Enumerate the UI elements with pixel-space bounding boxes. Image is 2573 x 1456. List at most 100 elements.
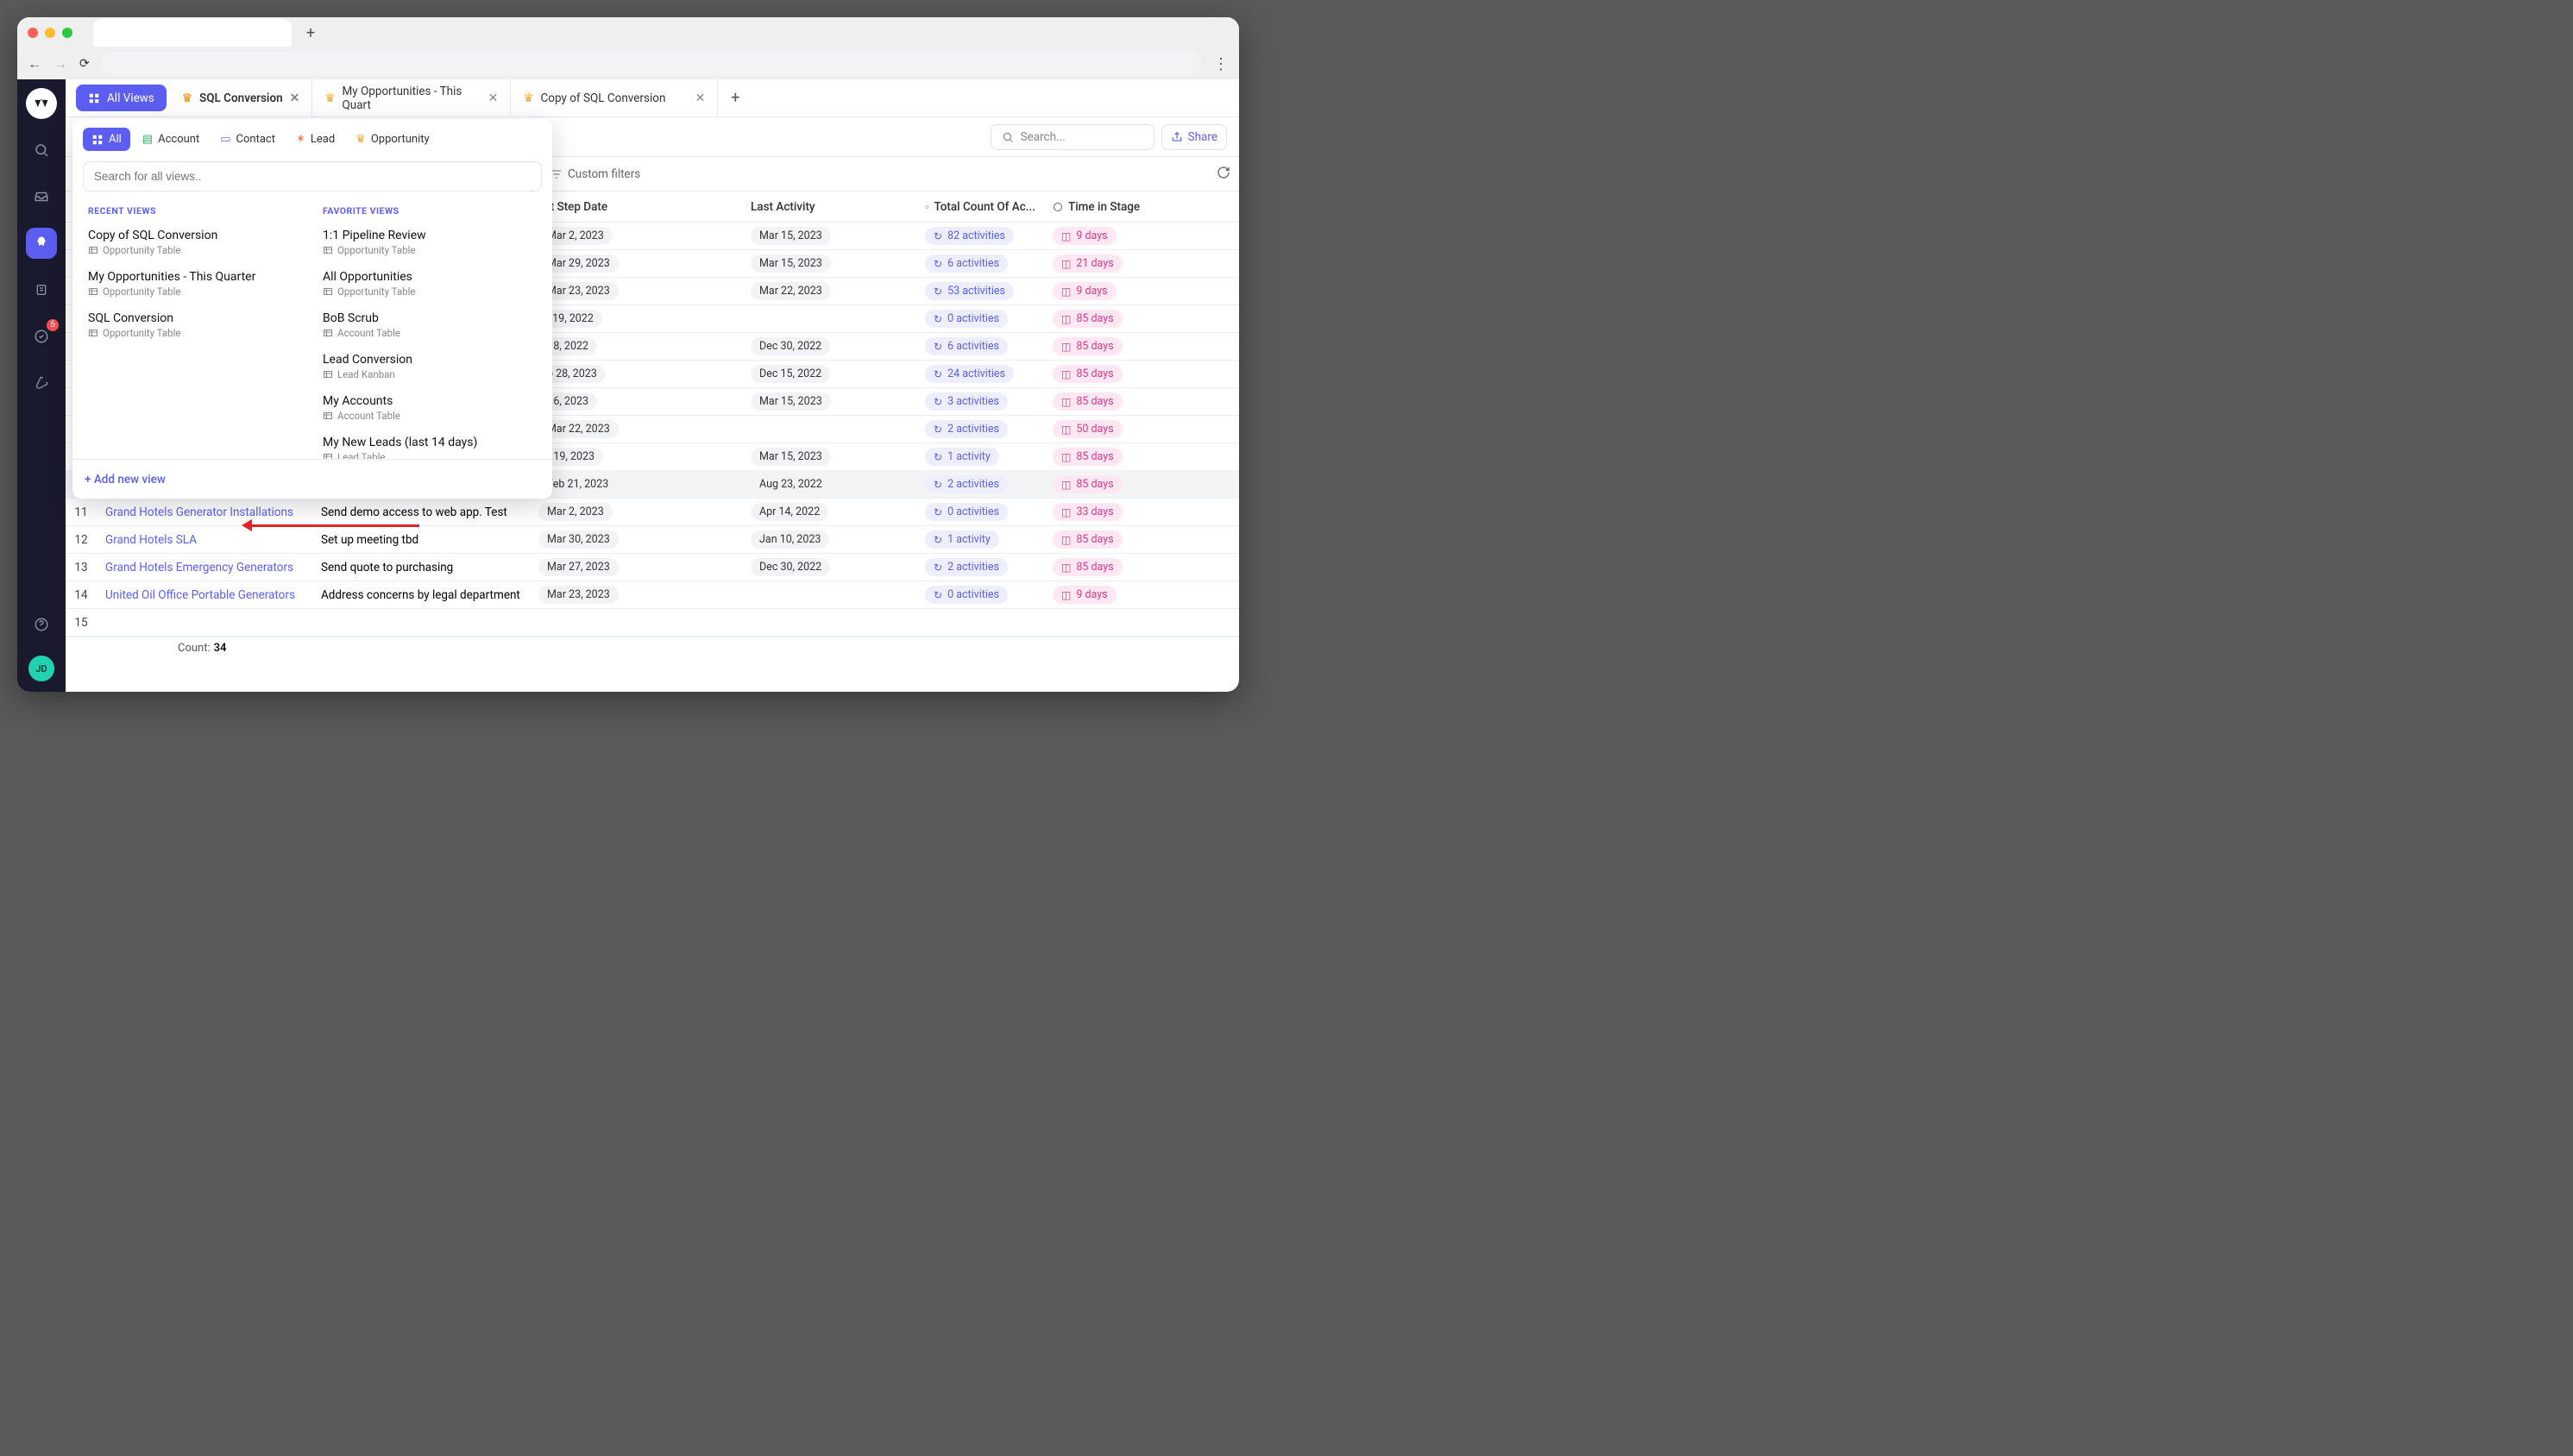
tasks-icon[interactable]: 6 — [26, 321, 57, 352]
new-view-tab-button[interactable]: + — [718, 79, 752, 116]
badge: 6 — [47, 319, 59, 331]
reload-button[interactable]: ⟳ — [79, 57, 90, 71]
last-activity: Dec 30, 2022 — [751, 337, 830, 355]
close-window-icon[interactable] — [28, 28, 38, 38]
opportunity-link[interactable]: United Oil Office Portable Generators — [105, 588, 295, 602]
all-views-label: All Views — [107, 91, 154, 105]
activity-count[interactable]: ↻2 activities — [925, 558, 1008, 576]
activity-count[interactable]: ↻1 activity — [925, 530, 999, 549]
close-icon[interactable]: ✕ — [488, 91, 499, 105]
opportunity-link[interactable]: Grand Hotels Generator Installations — [105, 505, 293, 519]
panel-tab-lead[interactable]: ✶Lead — [287, 128, 343, 151]
all-views-tab[interactable]: All Views — [76, 85, 167, 111]
note-icon[interactable] — [26, 274, 57, 305]
activity-count[interactable]: ↻0 activities — [925, 310, 1008, 328]
activity-count[interactable]: ↻53 activities — [925, 282, 1014, 300]
activity-count[interactable]: ↻2 activities — [925, 420, 1008, 438]
browser-menu-icon[interactable]: ⋮ — [1213, 55, 1229, 73]
activity-count[interactable]: ↻6 activities — [925, 337, 1008, 355]
time-in-stage: ◫9 days — [1053, 282, 1117, 300]
new-browser-tab-button[interactable]: + — [299, 21, 323, 45]
view-list-item[interactable]: SQL ConversionOpportunity Table — [83, 306, 307, 348]
view-tab[interactable]: ♛ Copy of SQL Conversion ✕ — [511, 79, 718, 116]
activity-count[interactable]: ↻6 activities — [925, 254, 1008, 273]
last-activity: Mar 22, 2023 — [751, 282, 831, 300]
view-tab-label: SQL Conversion — [199, 91, 283, 105]
view-list-item[interactable]: My Opportunities - This QuarterOpportuni… — [83, 265, 307, 306]
panel-tab-contact[interactable]: ▭Contact — [211, 128, 284, 151]
panel-tab-all[interactable]: All — [83, 128, 130, 151]
crown-icon: ♛ — [324, 91, 335, 105]
close-icon[interactable]: ✕ — [695, 91, 706, 105]
view-list-item[interactable]: My AccountsAccount Table — [318, 389, 542, 430]
user-avatar[interactable]: JD — [28, 656, 54, 681]
activity-count[interactable]: ↻0 activities — [925, 586, 1008, 604]
last-activity: Mar 15, 2023 — [751, 227, 831, 245]
view-list-item[interactable]: All OpportunitiesOpportunity Table — [318, 265, 542, 306]
crown-icon: ♛ — [523, 91, 533, 105]
last-activity: Dec 15, 2022 — [751, 365, 830, 383]
time-in-stage: ◫9 days — [1053, 586, 1117, 604]
search-input[interactable]: Search... — [991, 124, 1154, 150]
activity-count[interactable]: ↻24 activities — [925, 365, 1014, 383]
search-icon[interactable] — [26, 135, 57, 166]
last-activity: Apr 14, 2022 — [751, 503, 828, 521]
activity-count[interactable]: ↻2 activities — [925, 475, 1008, 493]
app-sidebar: 6 JD — [17, 79, 66, 692]
next-step-cell: Send quote to purchasing — [312, 561, 530, 574]
share-button[interactable]: Share — [1161, 124, 1227, 150]
activity-count[interactable]: ↻1 activity — [925, 448, 999, 466]
table-row[interactable]: 13Grand Hotels Emergency GeneratorsSend … — [66, 554, 1239, 581]
panel-tab-account[interactable]: ▤Account — [134, 128, 208, 151]
clock-icon — [1053, 202, 1063, 212]
view-tab[interactable]: ♛ My Opportunities - This Quart ✕ — [312, 79, 511, 116]
view-tab-bar: All Views ♛ SQL Conversion ✕ ♛ My Opport… — [66, 79, 1239, 117]
time-in-stage: ◫85 days — [1053, 530, 1123, 549]
col-time-in-stage[interactable]: Time in Stage — [1068, 200, 1140, 214]
table-row[interactable]: 14United Oil Office Portable GeneratorsA… — [66, 581, 1239, 609]
last-activity: Dec 30, 2022 — [751, 558, 830, 576]
close-icon[interactable]: ✕ — [290, 91, 300, 105]
settings-icon[interactable] — [26, 367, 57, 399]
opportunity-link[interactable]: Grand Hotels SLA — [105, 533, 197, 547]
activity-count[interactable]: ↻3 activities — [925, 392, 1008, 411]
col-last-activity[interactable]: Last Activity — [751, 200, 815, 214]
refresh-icon[interactable] — [1217, 166, 1230, 183]
maximize-window-icon[interactable] — [62, 28, 72, 38]
view-tab[interactable]: ♛ SQL Conversion ✕ — [170, 79, 312, 116]
forward-button[interactable]: → — [53, 55, 67, 72]
view-tab-label: My Opportunities - This Quart — [342, 85, 481, 112]
opportunity-link[interactable]: Grand Hotels Emergency Generators — [105, 561, 293, 574]
minimize-window-icon[interactable] — [45, 28, 55, 38]
next-step-date: Mar 2, 2023 — [538, 503, 613, 521]
row-number: 11 — [66, 505, 97, 519]
last-activity: Mar 15, 2023 — [751, 448, 831, 466]
row-number: 14 — [66, 588, 97, 602]
time-in-stage: ◫85 days — [1053, 475, 1123, 493]
panel-tab-opportunity[interactable]: ♛Opportunity — [347, 128, 438, 151]
view-list-item[interactable]: 1:1 Pipeline ReviewOpportunity Table — [318, 223, 542, 265]
app-logo[interactable] — [26, 88, 57, 119]
view-list-item[interactable]: My New Leads (last 14 days)Lead Table — [318, 430, 542, 459]
activity-count[interactable]: ↻0 activities — [925, 503, 1008, 521]
time-in-stage: ◫21 days — [1053, 254, 1123, 273]
activity-count[interactable]: ↻82 activities — [925, 227, 1014, 245]
rocket-icon[interactable] — [26, 228, 57, 259]
next-step-date: Mar 23, 2023 — [538, 586, 619, 604]
help-icon[interactable] — [26, 609, 57, 640]
view-list-item[interactable]: Lead ConversionLead Kanban — [318, 348, 542, 389]
view-list-item[interactable]: Copy of SQL ConversionOpportunity Table — [83, 223, 307, 265]
browser-tab[interactable] — [93, 19, 292, 47]
time-in-stage: ◫85 days — [1053, 448, 1123, 466]
custom-filters-button[interactable]: Custom filters — [550, 167, 640, 181]
col-total-count[interactable]: Total Count Of Ac... — [934, 200, 1035, 214]
address-bar[interactable] — [102, 52, 1201, 76]
window-controls[interactable] — [28, 28, 72, 38]
views-search-input[interactable] — [83, 161, 542, 191]
view-list-item[interactable]: BoB ScrubAccount Table — [318, 306, 542, 348]
add-new-view-button[interactable]: + Add new view — [85, 473, 166, 486]
back-button[interactable]: ← — [28, 55, 41, 72]
table-row[interactable]: 15 — [66, 609, 1239, 637]
inbox-icon[interactable] — [26, 181, 57, 212]
browser-window: + ← → ⟳ ⋮ — [17, 17, 1239, 692]
